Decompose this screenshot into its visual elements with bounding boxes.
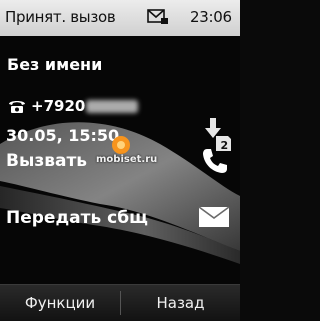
send-message-action-label: Передать сбщ	[6, 208, 148, 228]
back-softkey[interactable]: Назад	[121, 285, 240, 321]
envelope-icon	[198, 206, 230, 227]
call-action-label: Вызвать	[6, 151, 88, 171]
screen-title: Принят. вызов	[5, 8, 116, 26]
envelope-with-badge-icon	[147, 9, 168, 24]
send-message-action[interactable]: Передать сбщ	[0, 193, 240, 243]
status-bar: Принят. вызов 23:06	[0, 0, 240, 36]
call-details-panel: Без имени +7920 30.05, 15:50 2 mobiset.r…	[0, 36, 240, 284]
blurred-number	[86, 100, 138, 113]
phone-icon	[9, 101, 25, 113]
phone-number: +7920	[31, 97, 86, 115]
handset-icon	[203, 149, 227, 173]
softkey-bar: Функции Назад	[0, 284, 240, 321]
options-softkey[interactable]: Функции	[0, 285, 120, 321]
clock: 23:06	[190, 8, 232, 26]
call-action[interactable]: Вызвать	[0, 136, 240, 186]
contact-name: Без имени	[7, 55, 103, 74]
